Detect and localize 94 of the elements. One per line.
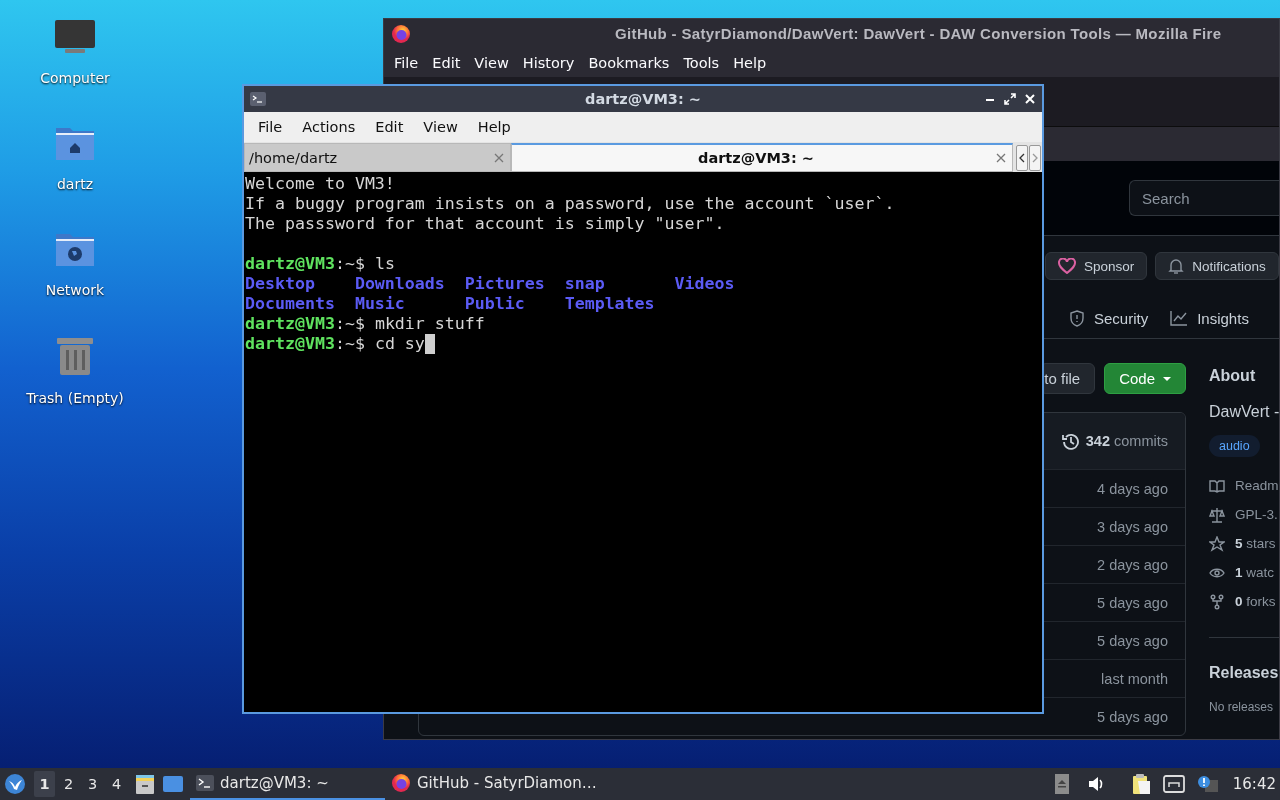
menu-item[interactable]: File (387, 54, 426, 71)
taskbar-button[interactable]: GitHub - SatyrDiamon… (385, 768, 603, 800)
scales-icon (1209, 506, 1225, 523)
directory-name: Videos (674, 274, 736, 294)
commit-time: 5 days ago (1097, 708, 1168, 725)
commit-time: 5 days ago (1097, 632, 1168, 649)
repo-stat[interactable]: 5 stars (1235, 536, 1276, 551)
restore-icon[interactable] (1004, 93, 1016, 105)
desktop-icon[interactable] (162, 774, 184, 794)
commit-time: 4 days ago (1097, 480, 1168, 497)
fork-icon (1209, 593, 1225, 610)
menu-item[interactable]: Edit (365, 119, 414, 135)
history-icon (1061, 432, 1080, 450)
repo-stat[interactable]: Readm (1235, 478, 1279, 493)
workspace-button[interactable]: 2 (58, 771, 79, 797)
scroll-left-button[interactable] (1016, 144, 1028, 171)
menu-item[interactable]: View (467, 54, 516, 71)
shield-icon (1069, 309, 1085, 327)
chevron-right-icon (1032, 152, 1038, 163)
shell-command: ls (374, 254, 395, 274)
window-title: dartz@VM3: ~ (584, 91, 702, 107)
terminal-line: The passsword for that account is simply "user". (245, 214, 726, 234)
eject-icon[interactable] (1054, 774, 1069, 794)
directory-name: Music (354, 294, 406, 314)
menu-item[interactable]: Actions (292, 119, 366, 135)
bell-icon (1168, 257, 1185, 275)
notification-icon[interactable] (1196, 775, 1219, 793)
menu-item[interactable]: Edit (425, 54, 468, 71)
commit-count[interactable]: 342 commits (1085, 433, 1168, 449)
firefox-icon (391, 23, 411, 44)
shell-prompt: dartz@VM3:~$ (245, 334, 365, 354)
shell-command: mkdir stuff (374, 314, 485, 334)
line-graph-icon (1170, 310, 1189, 326)
menu-item[interactable]: Help (467, 119, 521, 135)
clock: 16:42 (1231, 775, 1277, 793)
commit-time: 5 days ago (1097, 594, 1168, 611)
workspace-button[interactable]: 4 (106, 771, 127, 797)
volume-icon[interactable] (1086, 775, 1105, 793)
file-cabinet-icon[interactable] (134, 773, 156, 795)
repo-tab[interactable]: Insights (1170, 309, 1249, 335)
shell-prompt: dartz@VM3:~$ (245, 254, 365, 274)
terminal-line: If a buggy program insists on a password, use the account `user`. (245, 194, 896, 214)
repo-stat[interactable]: 0 forks (1235, 594, 1276, 609)
taskbar-button[interactable]: dartz@VM3: ~ (190, 768, 385, 800)
icon-label[interactable]: Network (45, 282, 105, 298)
menu-item[interactable]: Bookmarks (581, 54, 677, 71)
network-icon[interactable] (1162, 775, 1185, 793)
start-menu-icon[interactable] (4, 773, 26, 795)
monitor-icon (53, 18, 97, 56)
code-button[interactable]: Code (1104, 363, 1186, 394)
shell-command: cd sy (374, 334, 425, 354)
repo-description: DawVert - (1209, 403, 1279, 421)
topic-tag[interactable]: audio (1209, 435, 1260, 457)
directory-name: Documents (245, 294, 336, 314)
notifications-button[interactable]: Notifications (1155, 252, 1279, 280)
directory-name: Downloads (354, 274, 446, 294)
heart-icon (1058, 258, 1076, 274)
clipboard-icon[interactable] (1130, 773, 1151, 795)
menu-item[interactable]: Tools (676, 54, 727, 71)
menu-item[interactable]: History (515, 54, 582, 71)
directory-name: Templates (564, 294, 656, 314)
repo-tab[interactable]: Security (1069, 309, 1149, 335)
shell-prompt: dartz@VM3:~$ (245, 314, 365, 334)
terminal-tab[interactable]: dartz@VM3: ~ (511, 143, 1013, 172)
section-heading: Releases (1209, 663, 1279, 683)
commit-time: 3 days ago (1097, 518, 1168, 535)
releases-note: No releases (1209, 700, 1275, 714)
workspace-button[interactable]: 1 (34, 771, 55, 797)
caret-icon (1163, 376, 1171, 381)
directory-name: Public (464, 294, 526, 314)
menu-item[interactable]: View (413, 119, 468, 135)
icon-label[interactable]: Trash (Empty) (26, 390, 124, 406)
terminal-line: Welcome to VM3! (245, 174, 396, 194)
repo-stat[interactable]: GPL-3. (1235, 507, 1278, 522)
search-field[interactable]: Search (1129, 180, 1279, 216)
menu-item[interactable]: File (248, 119, 293, 135)
sponsor-button[interactable]: Sponsor (1045, 252, 1148, 280)
directory-name: Pictures (464, 274, 546, 294)
commit-time: last month (1101, 670, 1168, 687)
commit-time: 2 days ago (1097, 556, 1168, 573)
chevron-left-icon (1019, 152, 1025, 163)
directory-name: snap (564, 274, 606, 294)
terminal-icon (196, 775, 214, 791)
terminal-icon (250, 92, 266, 106)
repo-stat[interactable]: 1 watc (1235, 565, 1275, 580)
book-icon (1209, 477, 1225, 494)
workspace-button[interactable]: 3 (82, 771, 103, 797)
terminal-tab[interactable]: /home/dartz (244, 143, 511, 172)
section-heading: About (1209, 366, 1257, 386)
firefox-icon (391, 773, 411, 793)
directory-name: Desktop (245, 274, 316, 294)
menu-item[interactable]: Help (726, 54, 774, 71)
window-title: GitHub - SatyrDiamond/DawVert: DawVert - DAW Conversion Tools — Mozilla Fire (615, 25, 1222, 42)
star-icon (1209, 535, 1225, 552)
